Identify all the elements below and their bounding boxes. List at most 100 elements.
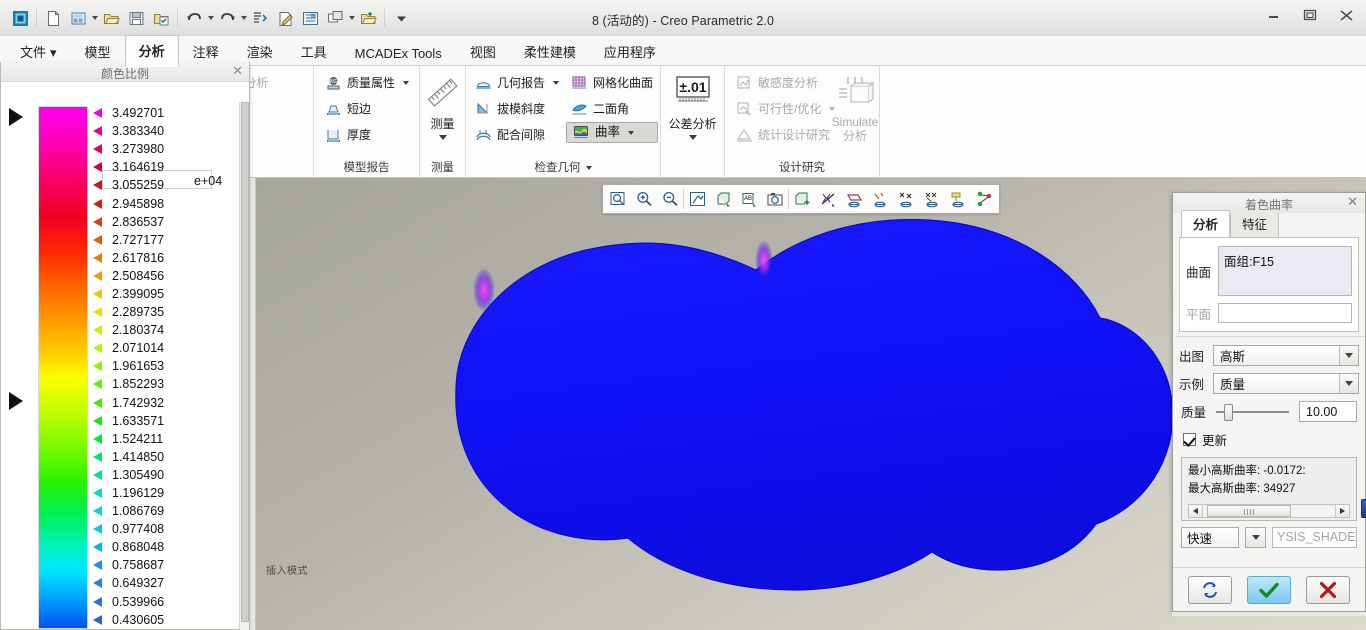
quality-value-field[interactable]: 10.00 <box>1299 401 1357 422</box>
model-blob-surface[interactable] <box>456 220 1173 590</box>
color-scale-gradient-bar[interactable] <box>38 106 88 629</box>
sample-select[interactable]: 质量 <box>1213 373 1359 394</box>
ribbon-item-dihedral-angle[interactable]: 二面角 <box>566 96 658 122</box>
color-scale-row[interactable]: 1.961653 <box>93 357 239 375</box>
refit-icon[interactable] <box>605 186 631 212</box>
spin-center-icon[interactable] <box>971 186 997 212</box>
view-manager-icon[interactable] <box>762 186 788 212</box>
color-scale-row[interactable]: 2.071014 <box>93 339 239 357</box>
tolerance-analysis-button[interactable]: ±.01 公差分析 <box>661 70 724 141</box>
color-scale-scrollbar[interactable] <box>239 102 249 630</box>
zoom-out-icon[interactable] <box>657 186 683 212</box>
color-scale-scroll-thumb[interactable] <box>241 102 249 622</box>
color-scale-row[interactable]: 2.289735 <box>93 303 239 321</box>
color-scale-row[interactable]: 2.508456 <box>93 267 239 285</box>
color-scale-row[interactable]: 1.414850 <box>93 448 239 466</box>
color-scale-row[interactable]: 1.524211 <box>93 430 239 448</box>
ribbon-item-fit-gap[interactable]: 配合间隙 <box>470 122 562 148</box>
dialog-tab-analysis[interactable]: 分析 <box>1181 210 1230 237</box>
color-scale-row[interactable]: 0.539966 <box>93 593 239 611</box>
simulate-analysis-button[interactable]: Simulate 分析 <box>830 70 880 145</box>
point-display-icon[interactable] <box>893 186 919 212</box>
color-scale-row[interactable]: 1.305490 <box>93 466 239 484</box>
tab-file-caret-icon[interactable]: ▾ <box>50 45 57 61</box>
color-scale-marker-top-icon[interactable] <box>9 108 23 126</box>
color-scale-row[interactable]: 0.430605 <box>93 611 239 629</box>
color-scale-row[interactable]: 2.617816 <box>93 249 239 267</box>
plane-display-icon[interactable] <box>841 186 867 212</box>
info-scroll-left-icon[interactable] <box>1189 505 1203 517</box>
info-scroll-track[interactable] <box>1203 505 1335 517</box>
color-scale-marker-mid-icon[interactable] <box>9 392 23 410</box>
color-scale-row[interactable]: 0.758687 <box>93 556 239 574</box>
check-geometry-group-caret-icon[interactable] <box>586 166 592 170</box>
axis-display-icon[interactable] <box>867 186 893 212</box>
tab-analysis[interactable]: 分析 <box>125 35 179 67</box>
color-scale-row[interactable]: 1.742932 <box>93 394 239 412</box>
close-button[interactable] <box>1336 6 1356 24</box>
sample-caret-icon[interactable] <box>1339 374 1358 393</box>
surface-field[interactable]: 面组:F15 <box>1218 246 1352 296</box>
color-scale-row[interactable]: 2.945898 <box>93 194 239 212</box>
plot-type-caret-icon[interactable] <box>1339 346 1358 365</box>
zoom-in-icon[interactable] <box>631 186 657 212</box>
tolerance-caret-icon[interactable] <box>689 135 697 140</box>
minimize-button[interactable] <box>1264 6 1284 24</box>
tab-mcadex-tools[interactable]: MCADEx Tools <box>341 40 456 67</box>
info-scroll-thumb[interactable] <box>1207 505 1291 517</box>
measure-caret-icon[interactable] <box>439 135 447 140</box>
tab-view[interactable]: 视图 <box>456 36 510 67</box>
plane-field[interactable] <box>1218 303 1352 323</box>
ribbon-item-draft-angle[interactable]: 拔模斜度 <box>470 96 562 122</box>
info-scroll-right-icon[interactable] <box>1335 505 1349 517</box>
annotation-display-icon[interactable] <box>945 186 971 212</box>
info-horizontal-scrollbar[interactable] <box>1188 504 1350 518</box>
ribbon-item-mesh-surface[interactable]: 网格化曲面 <box>566 70 658 96</box>
ribbon-item-curvature[interactable]: 曲率 <box>566 122 658 143</box>
repeat-button[interactable] <box>1188 576 1232 604</box>
quality-slider-thumb[interactable] <box>1224 404 1233 421</box>
ribbon-item-thickness[interactable]: 厚度 <box>320 122 413 148</box>
color-scale-row[interactable]: 2.399095 <box>93 285 239 303</box>
plot-type-select[interactable]: 高斯 <box>1213 345 1359 366</box>
speed-select[interactable]: 快速 <box>1181 527 1239 548</box>
curvature-caret-icon[interactable] <box>628 131 634 135</box>
tab-flexible-modeling[interactable]: 柔性建模 <box>510 36 590 67</box>
accept-button[interactable] <box>1247 576 1291 604</box>
color-scale-row[interactable]: 0.649327 <box>93 574 239 592</box>
info-icon[interactable]: i <box>1361 499 1366 518</box>
measure-button[interactable]: 测量 <box>420 70 465 141</box>
restore-button[interactable] <box>1300 6 1320 24</box>
repaint-icon[interactable] <box>684 186 710 212</box>
color-scale-row[interactable]: 3.383340 <box>93 122 239 140</box>
display-style-icon[interactable] <box>710 186 736 212</box>
saved-view-icon[interactable]: AB <box>736 186 762 212</box>
mass-properties-caret-icon[interactable] <box>403 81 409 85</box>
speed-caret-icon[interactable] <box>1245 527 1266 548</box>
color-scale-row[interactable]: 3.273980 <box>93 140 239 158</box>
datum-display-off-icon[interactable] <box>815 186 841 212</box>
color-scale-row[interactable]: 2.836537 <box>93 213 239 231</box>
tab-applications[interactable]: 应用程序 <box>590 36 670 67</box>
update-checkbox[interactable] <box>1183 433 1196 446</box>
dialog-tab-feature[interactable]: 特征 <box>1230 210 1279 237</box>
dialog-close-icon[interactable]: ✕ <box>1347 195 1358 208</box>
color-scale-row[interactable]: 2.180374 <box>93 321 239 339</box>
color-scale-row[interactable]: 2.727177 <box>93 231 239 249</box>
csys-display-icon[interactable] <box>919 186 945 212</box>
geometry-report-caret-icon[interactable] <box>553 81 559 85</box>
color-scale-row[interactable]: 1.086769 <box>93 502 239 520</box>
color-scale-close-icon[interactable]: ✕ <box>232 64 243 77</box>
color-scale-row[interactable]: 0.868048 <box>93 538 239 556</box>
color-scale-row[interactable]: 1.196129 <box>93 484 239 502</box>
cancel-button[interactable] <box>1306 576 1350 604</box>
analysis-name-field[interactable]: YSIS_SHADED_1 <box>1272 527 1357 548</box>
color-scale-row[interactable]: 0.977408 <box>93 520 239 538</box>
tab-tools[interactable]: 工具 <box>287 36 341 67</box>
color-scale-row[interactable]: 1.633571 <box>93 412 239 430</box>
perspective-icon[interactable] <box>789 186 815 212</box>
update-row[interactable]: 更新 <box>1183 430 1355 449</box>
quality-slider[interactable] <box>1216 411 1289 413</box>
ribbon-item-short-edge[interactable]: 短边 <box>320 96 413 122</box>
ribbon-item-geometry-report[interactable]: 几何报告 <box>470 70 562 96</box>
